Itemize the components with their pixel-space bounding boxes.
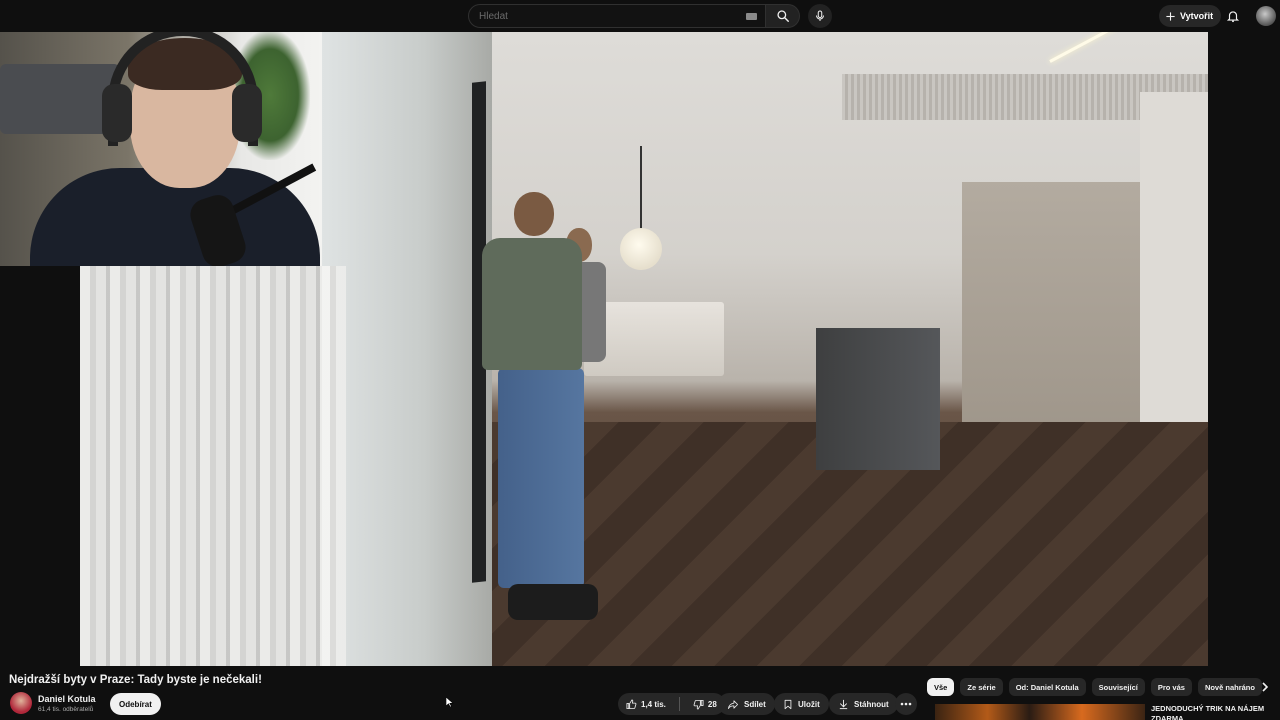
recommended-video-thumbnail[interactable]: [935, 704, 1145, 720]
person-1-body: [482, 238, 582, 370]
subscribe-button[interactable]: Odebírat: [110, 693, 161, 715]
person-1-shoes: [508, 584, 598, 620]
pendant-lamp: [620, 228, 662, 270]
lamp-cord: [640, 146, 642, 230]
bookmark-icon: [784, 699, 792, 709]
window-glass: [322, 32, 492, 666]
notifications-button[interactable]: [1224, 7, 1242, 25]
like-count: 1,4 tis.: [641, 699, 666, 709]
dislike-count: 28: [707, 699, 717, 709]
like-dislike-group: 1,4 tis. 28: [618, 693, 725, 715]
search-button[interactable]: [766, 4, 800, 28]
person-1-legs: [498, 368, 584, 588]
like-button[interactable]: 1,4 tis.: [618, 693, 674, 715]
video-player[interactable]: [322, 32, 1208, 666]
search-icon: [776, 10, 789, 22]
download-label: Stáhnout: [854, 699, 889, 709]
youtube-watch-page: Vytvořit: [0, 0, 1280, 720]
create-button[interactable]: Vytvořit: [1159, 5, 1222, 27]
recommended-video-title[interactable]: JEDNODUCHÝ TRIK NA NÁJEM ZDARMA: [1151, 704, 1275, 720]
share-label: Sdílet: [744, 699, 766, 709]
chips-next-button[interactable]: [1258, 679, 1272, 695]
chip-related[interactable]: Související: [1091, 678, 1145, 696]
search-box[interactable]: [468, 4, 766, 28]
download-icon: [839, 699, 848, 709]
person-1-head: [514, 192, 554, 236]
channel-name[interactable]: Daniel Kotula: [38, 694, 96, 704]
mic-icon: [816, 10, 824, 21]
create-label: Vytvořit: [1180, 11, 1214, 21]
chip-from-series[interactable]: Ze série: [960, 678, 1003, 696]
share-button[interactable]: Sdílet: [718, 693, 775, 715]
headphone-ear-left: [102, 84, 132, 142]
download-button[interactable]: Stáhnout: [829, 693, 898, 715]
save-label: Uložit: [798, 699, 820, 709]
bell-icon: [1226, 11, 1240, 23]
more-actions-button[interactable]: [895, 693, 917, 715]
curtain-overlay: [80, 266, 346, 666]
kitchen-island: [816, 328, 940, 470]
chevron-right-icon: [1262, 682, 1269, 692]
plus-icon: [1166, 11, 1175, 21]
more-horizontal-icon: [900, 702, 912, 706]
video-info-bar: Nejdražší byty v Praze: Tady byste je ne…: [0, 666, 1280, 720]
like-divider: [678, 697, 680, 711]
search-input[interactable]: [479, 10, 739, 22]
top-bar: Vytvořit: [0, 0, 1280, 32]
keyboard-icon[interactable]: [746, 13, 757, 20]
chip-all[interactable]: Vše: [927, 678, 955, 696]
video-title: Nejdražší byty v Praze: Tady byste je ne…: [9, 674, 262, 686]
thumbs-down-icon: [693, 699, 704, 709]
chip-for-you[interactable]: Pro vás: [1150, 678, 1192, 696]
chip-recently-uploaded[interactable]: Nově nahráno: [1197, 678, 1262, 696]
mouse-cursor-icon: [446, 697, 454, 707]
filter-chips: Vše Ze série Od: Daniel Kotula Souvisejí…: [927, 678, 1262, 696]
save-button[interactable]: Uložit: [774, 693, 829, 715]
thumbs-up-icon: [626, 699, 637, 709]
headphone-ear-right: [232, 84, 262, 142]
subscriber-count: 61,4 tis. odběratelů: [38, 706, 94, 713]
webcam-overlay: [0, 0, 322, 266]
channel-avatar[interactable]: [10, 692, 32, 714]
voice-search-button[interactable]: [808, 4, 832, 28]
account-avatar[interactable]: [1256, 6, 1276, 26]
share-icon: [728, 699, 738, 709]
chip-from-channel[interactable]: Od: Daniel Kotula: [1008, 678, 1086, 696]
